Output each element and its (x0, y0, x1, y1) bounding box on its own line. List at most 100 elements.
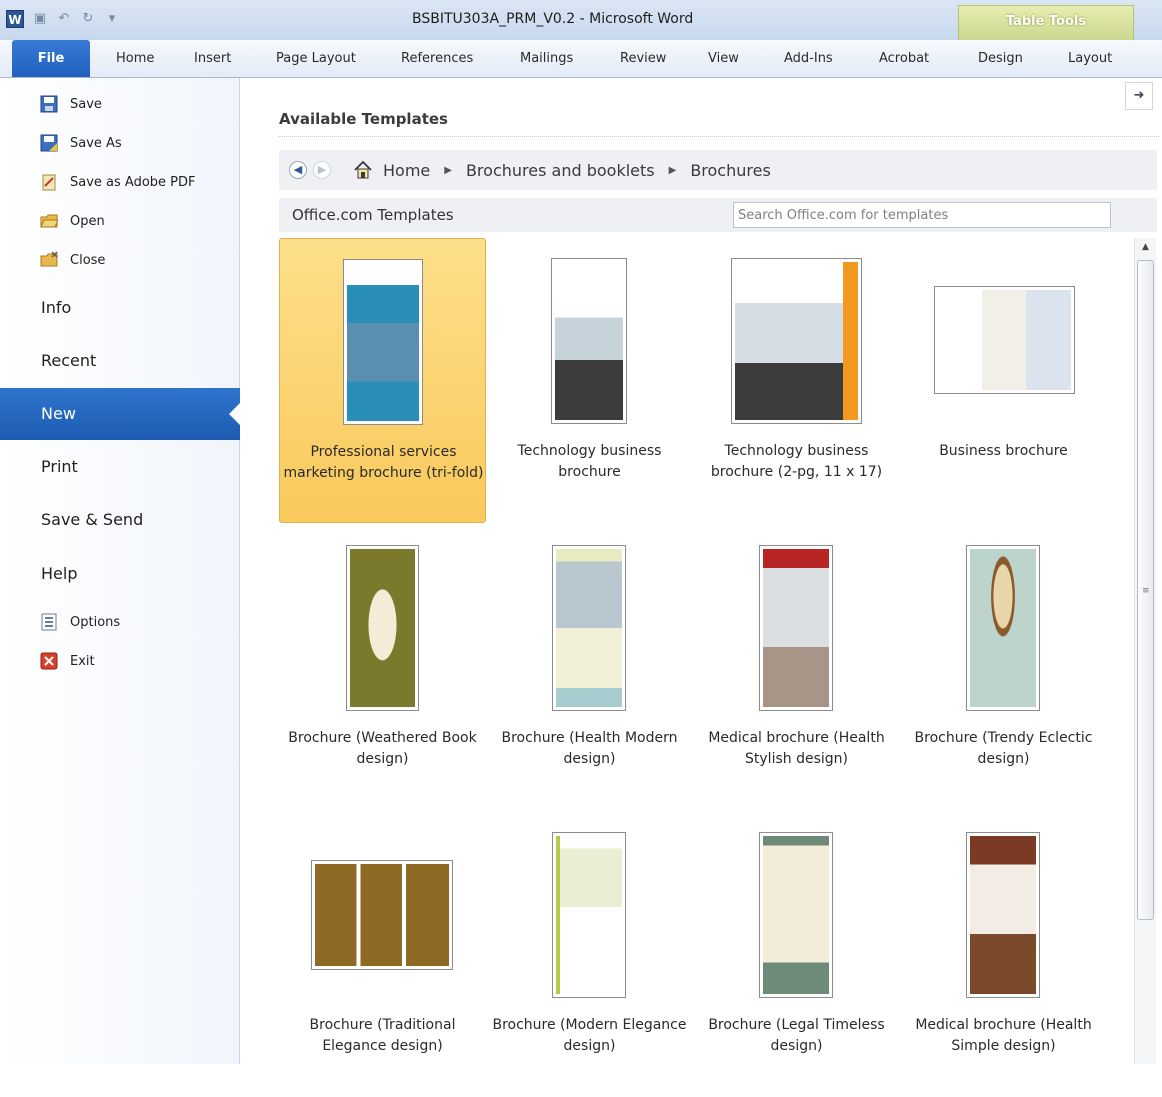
template-tile[interactable]: Brochure (Health Modern design) (486, 525, 693, 810)
close-folder-icon (40, 251, 58, 269)
scroll-up-icon[interactable]: ▲ (1138, 242, 1153, 256)
tab-home[interactable]: Home (116, 51, 154, 66)
breadcrumb-home[interactable]: Home (383, 161, 430, 180)
save-command[interactable]: Save (40, 92, 102, 116)
tab-page-layout[interactable]: Page Layout (276, 51, 356, 66)
save-as-icon (40, 134, 58, 152)
close-command[interactable]: Close (40, 248, 105, 272)
nav-tab-new[interactable]: New (0, 388, 240, 440)
tab-mailings[interactable]: Mailings (520, 51, 573, 66)
nav-tab-recent[interactable]: Recent (0, 335, 240, 387)
template-thumbnail (552, 545, 626, 711)
redo-icon[interactable]: ↻ (80, 11, 96, 27)
template-thumbnail (552, 832, 626, 998)
save-icon[interactable]: ▣ (32, 11, 48, 27)
save-icon (40, 95, 58, 113)
template-tile[interactable]: Medical brochure (Health Simple design) (900, 812, 1107, 1097)
options-label: Options (70, 614, 121, 630)
nav-tab-info[interactable]: Info (0, 282, 240, 334)
template-tile[interactable]: Brochure (Legal Timeless design) (693, 812, 900, 1097)
nav-tab-print[interactable]: Print (0, 441, 240, 493)
template-label: Brochure (Traditional Elegance design) (309, 1017, 456, 1054)
template-tile[interactable]: Professional services marketing brochure… (279, 238, 486, 523)
quick-access-toolbar: W ▣ ↶ ↻ ▾ (6, 10, 120, 28)
tab-references[interactable]: References (401, 51, 473, 66)
tab-design[interactable]: Design (978, 51, 1023, 66)
back-arrow-icon[interactable]: ◀ (289, 161, 307, 179)
nav-tab-help[interactable]: Help (0, 548, 240, 600)
template-thumbnail (311, 860, 453, 970)
template-label: Professional services marketing brochure… (283, 444, 484, 481)
ribbon-tab-bar: Home Insert Page Layout References Maili… (0, 40, 1162, 78)
tab-view[interactable]: View (708, 51, 739, 66)
tab-insert[interactable]: Insert (194, 51, 231, 66)
options-icon (40, 613, 58, 631)
template-tile[interactable]: Brochure (Traditional Elegance design) (279, 812, 486, 1097)
customize-toolbar-icon[interactable]: ▾ (104, 11, 120, 27)
undo-icon[interactable]: ↶ (56, 11, 72, 27)
exit-command[interactable]: Exit (40, 649, 95, 673)
search-go-button[interactable]: ➜ (1125, 82, 1153, 110)
template-label: Business brochure (939, 443, 1068, 459)
save-as-pdf-command[interactable]: Save as Adobe PDF (40, 170, 196, 194)
template-gallery: Professional services marketing brochure… (279, 238, 1135, 1064)
template-label: Brochure (Legal Timeless design) (708, 1017, 885, 1054)
options-command[interactable]: Options (40, 610, 120, 634)
scrollbar-thumb[interactable]: ≡ (1137, 260, 1154, 920)
backstage-nav: Save Save As Save as Adobe PDF Open Clos… (0, 78, 240, 1064)
breadcrumb: ◀ ▶ Home ▶ Brochures and booklets ▶ Broc… (279, 150, 1157, 190)
template-label: Technology business brochure (517, 443, 662, 480)
template-thumbnail (966, 545, 1040, 711)
forward-arrow-icon[interactable]: ▶ (313, 161, 331, 179)
template-tile[interactable]: Brochure (Weathered Book design) (279, 525, 486, 810)
available-templates-pane: Available Templates ◀ ▶ Home ▶ Brochures… (241, 78, 1162, 1064)
template-tile[interactable]: Technology business brochure (486, 238, 693, 523)
home-icon[interactable] (353, 160, 373, 180)
breadcrumb-separator-icon: ▶ (444, 164, 452, 176)
scrollbar-grip-icon: ≡ (1142, 586, 1150, 596)
file-tab[interactable]: File (12, 40, 90, 77)
close-label: Close (70, 252, 106, 268)
office-templates-label: Office.com Templates (292, 206, 454, 224)
save-as-pdf-label: Save as Adobe PDF (70, 174, 196, 190)
open-folder-icon (40, 212, 59, 230)
template-label: Brochure (Trendy Eclectic design) (914, 730, 1093, 767)
breadcrumb-brochures-booklets[interactable]: Brochures and booklets (466, 161, 655, 180)
pdf-icon (40, 173, 58, 191)
template-label: Brochure (Weathered Book design) (288, 730, 477, 767)
table-tools-group: Table Tools (958, 5, 1134, 43)
template-search-input[interactable] (733, 202, 1111, 228)
nav-tab-save-send[interactable]: Save & Send (0, 494, 240, 546)
tab-acrobat[interactable]: Acrobat (879, 51, 929, 66)
open-command[interactable]: Open (40, 209, 105, 233)
save-as-label: Save As (70, 135, 122, 151)
word-logo-icon[interactable]: W (6, 10, 24, 28)
template-tile[interactable]: Medical brochure (Health Stylish design) (693, 525, 900, 810)
gallery-scrollbar[interactable]: ▲ ≡ (1134, 238, 1156, 1064)
window-title: BSBITU303A_PRM_V0.2 - Microsoft Word (412, 11, 694, 27)
template-label: Medical brochure (Health Simple design) (915, 1017, 1092, 1054)
template-thumbnail (759, 545, 833, 711)
breadcrumb-brochures[interactable]: Brochures (690, 161, 770, 180)
available-templates-heading: Available Templates (279, 110, 448, 128)
template-tile[interactable]: Business brochure (900, 238, 1107, 523)
tab-add-ins[interactable]: Add-Ins (784, 51, 833, 66)
title-bar: W ▣ ↶ ↻ ▾ BSBITU303A_PRM_V0.2 - Microsof… (0, 0, 1162, 43)
heading-divider (279, 136, 1159, 137)
office-templates-bar: Office.com Templates (279, 198, 1157, 232)
save-as-command[interactable]: Save As (40, 131, 122, 155)
template-tile[interactable]: Technology business brochure (2-pg, 11 x… (693, 238, 900, 523)
template-thumbnail (343, 259, 423, 425)
exit-label: Exit (70, 653, 95, 669)
template-thumbnail (731, 258, 862, 424)
save-label: Save (70, 96, 102, 112)
template-tile[interactable]: Brochure (Modern Elegance design) (486, 812, 693, 1097)
template-thumbnail (966, 832, 1040, 998)
template-thumbnail (346, 545, 419, 711)
breadcrumb-separator-icon: ▶ (668, 164, 677, 176)
exit-icon (40, 652, 58, 670)
template-tile[interactable]: Brochure (Trendy Eclectic design) (900, 525, 1107, 810)
template-label: Brochure (Health Modern design) (501, 730, 678, 767)
tab-layout[interactable]: Layout (1068, 51, 1112, 66)
tab-review[interactable]: Review (620, 51, 666, 66)
